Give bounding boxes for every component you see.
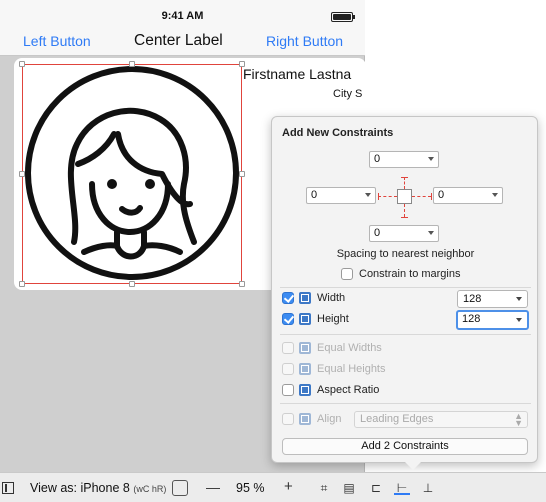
view-as-label: View as: iPhone 8 <box>30 481 130 495</box>
embed-in-stack-icon[interactable]: ⌗ <box>316 481 332 495</box>
equal-heights-label[interactable]: Equal Heights <box>317 363 386 375</box>
constrain-to-margins-checkbox[interactable] <box>341 268 353 280</box>
align-value: Leading Edges <box>360 413 434 425</box>
sidebar-toggle-icon[interactable] <box>2 482 14 494</box>
resize-handle-br[interactable] <box>239 281 245 287</box>
height-constraint-icon <box>299 313 311 325</box>
divider <box>280 403 531 404</box>
resolve-issues-icon[interactable]: ⊥ <box>420 481 436 495</box>
selected-view-box <box>397 189 412 204</box>
status-time: 9:41 AM <box>161 10 204 22</box>
align-icon <box>299 413 311 425</box>
strut-cap <box>431 193 432 200</box>
city-label[interactable]: City S <box>333 88 362 100</box>
left-spacing-field[interactable]: 0 <box>306 187 376 204</box>
name-label[interactable]: Firstname Lastna <box>243 66 351 82</box>
resize-handle-tc[interactable] <box>129 61 135 67</box>
zoom-out-button[interactable]: — <box>206 479 220 495</box>
aspect-ratio-checkbox[interactable] <box>282 384 294 396</box>
resize-handle-bl[interactable] <box>19 281 25 287</box>
height-value-field[interactable]: 128 <box>456 310 529 330</box>
right-spacing-value: 0 <box>438 189 445 201</box>
popover-arrow <box>404 461 422 470</box>
popover-title: Add New Constraints <box>282 127 394 139</box>
width-value-field[interactable]: 128 <box>457 290 528 308</box>
updown-chevron-icon: ▲ ▼ <box>514 411 523 428</box>
equal-heights-icon <box>299 363 311 375</box>
chevron-down-icon <box>516 318 522 322</box>
left-constraint-strut[interactable] <box>378 196 397 197</box>
resize-handle-tl[interactable] <box>19 61 25 67</box>
aspect-ratio-label[interactable]: Aspect Ratio <box>317 384 379 396</box>
chevron-down-icon <box>428 157 434 161</box>
width-label[interactable]: Width <box>317 292 345 304</box>
aspect-ratio-icon <box>299 384 311 396</box>
zoom-in-button[interactable]: + <box>284 478 293 495</box>
align-select[interactable]: Leading Edges ▲ ▼ <box>354 411 528 428</box>
add-constraints-icon[interactable]: ⊢ <box>394 481 410 495</box>
add-constraints-popover: Add New Constraints 0 0 0 0 Spacing to n… <box>271 116 538 463</box>
bottom-constraint-strut[interactable] <box>404 204 405 217</box>
device-orientation-icon[interactable] <box>172 480 188 496</box>
strut-cap <box>401 217 408 218</box>
width-value: 128 <box>463 293 482 305</box>
constrain-to-margins-label[interactable]: Constrain to margins <box>359 268 461 280</box>
strut-cap <box>378 193 379 200</box>
right-spacing-field[interactable]: 0 <box>433 187 503 204</box>
view-as-button[interactable]: View as: iPhone 8 (wC hR) <box>30 481 166 495</box>
navigation-bar: Left Button Center Label Right Button <box>0 26 365 56</box>
height-checkbox[interactable] <box>282 313 294 325</box>
left-bar-button[interactable]: Left Button <box>23 33 91 49</box>
height-label[interactable]: Height <box>317 313 349 325</box>
resize-handle-bc[interactable] <box>129 281 135 287</box>
right-constraint-strut[interactable] <box>412 196 431 197</box>
align-label[interactable]: Align <box>317 413 341 425</box>
zoom-level: 95 % <box>236 481 265 495</box>
top-constraint-strut[interactable] <box>404 177 405 189</box>
add-constraints-button[interactable]: Add 2 Constraints <box>282 438 528 455</box>
top-spacing-value: 0 <box>374 153 381 165</box>
chevron-down-icon <box>492 193 498 197</box>
resize-handle-ml[interactable] <box>19 171 25 177</box>
spacing-label: Spacing to nearest neighbor <box>336 248 475 260</box>
chevron-down-icon <box>365 193 371 197</box>
chevron-down-icon <box>516 297 522 301</box>
width-constraint-icon <box>299 292 311 304</box>
equal-widths-icon <box>299 342 311 354</box>
align-checkbox[interactable] <box>282 413 294 425</box>
left-spacing-value: 0 <box>311 189 318 201</box>
center-title-label[interactable]: Center Label <box>134 32 223 50</box>
equal-widths-label[interactable]: Equal Widths <box>317 342 382 354</box>
top-spacing-field[interactable]: 0 <box>369 151 439 168</box>
height-value: 128 <box>462 313 481 325</box>
bottom-spacing-field[interactable]: 0 <box>369 225 439 242</box>
equal-heights-checkbox[interactable] <box>282 363 294 375</box>
bottom-spacing-value: 0 <box>374 227 381 239</box>
selection-frame <box>22 64 242 284</box>
divider <box>280 334 531 335</box>
align-icon[interactable]: ⊏ <box>368 481 384 495</box>
status-bar: 9:41 AM <box>0 0 365 26</box>
strut-cap <box>401 177 408 178</box>
width-checkbox[interactable] <box>282 292 294 304</box>
equal-widths-checkbox[interactable] <box>282 342 294 354</box>
chevron-down-icon <box>428 231 434 235</box>
divider <box>280 287 531 288</box>
right-bar-button[interactable]: Right Button <box>266 33 343 49</box>
size-class-label: (wC hR) <box>133 484 167 494</box>
resize-handle-mr[interactable] <box>239 171 245 177</box>
update-frames-icon[interactable]: ▤ <box>341 481 357 495</box>
battery-icon <box>331 12 355 22</box>
bottom-toolbar: View as: iPhone 8 (wC hR) — 95 % + ⌗ ▤ ⊏… <box>0 472 546 502</box>
